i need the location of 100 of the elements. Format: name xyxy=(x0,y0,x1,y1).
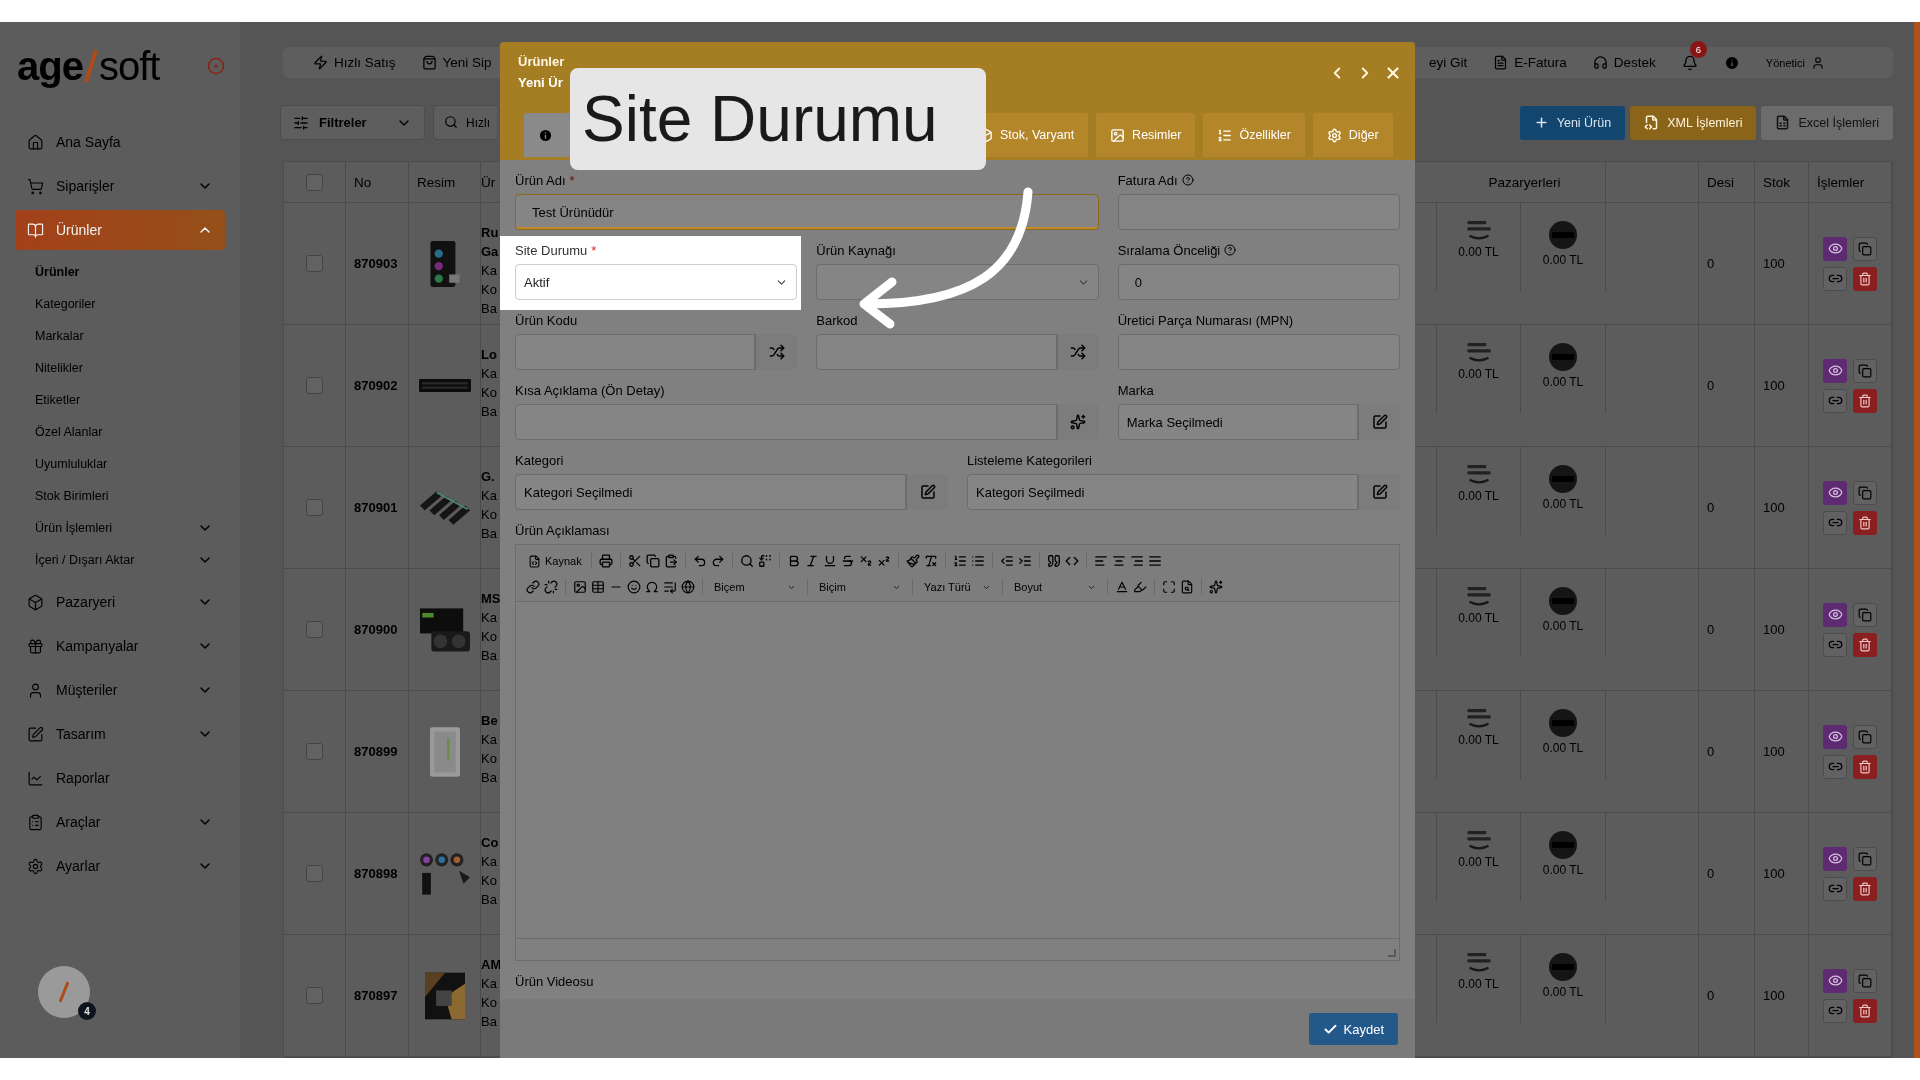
field-label: Kategori xyxy=(515,452,564,468)
column-header: Resim xyxy=(417,174,456,190)
top-link[interactable]: Destek xyxy=(1592,55,1656,70)
table-cell: 0 xyxy=(1707,378,1715,393)
source-button[interactable]: Kaynak xyxy=(526,554,584,568)
product-detail: Ba xyxy=(481,525,497,543)
product-detail: Ka xyxy=(481,975,498,993)
dialog-breadcrumb: Ürünler xyxy=(518,54,565,69)
format-dropdown[interactable]: Yazı Türü xyxy=(920,581,995,593)
price: 0.00 TL xyxy=(1458,855,1499,869)
notification-badge: 6 xyxy=(1689,40,1707,58)
tab[interactable]: Özellikler xyxy=(1203,113,1305,157)
field-label: Ürün Kaynağı xyxy=(816,242,896,258)
field-label: Ürün Videosu xyxy=(515,973,594,989)
nav-subitem[interactable]: Ürünler xyxy=(15,256,225,288)
nav-item[interactable]: Müşteriler xyxy=(15,670,225,710)
price: 0.00 TL xyxy=(1542,863,1584,877)
field-label: Listeleme Kategorileri xyxy=(967,452,1092,468)
format-dropdown[interactable]: Boyut xyxy=(1010,581,1100,593)
logo: age soft xyxy=(17,43,160,89)
user-menu[interactable]: Yönetici xyxy=(1765,55,1825,70)
table-cell: 100 xyxy=(1763,744,1785,759)
input-field[interactable]: 0 xyxy=(1117,264,1400,300)
format-dropdown[interactable]: Biçim xyxy=(815,581,905,593)
input-field[interactable]: Marka Seçilmedi xyxy=(1117,404,1358,440)
table-cell: 0 xyxy=(1707,500,1715,515)
price: 0.00 TL xyxy=(1542,375,1584,389)
field-label: Sıralama Önceliği xyxy=(1117,242,1237,258)
product-detail: Ka xyxy=(481,853,498,871)
nav-subitem[interactable]: Özel Alanlar xyxy=(15,416,225,448)
nav-subitem[interactable]: Uyumluluklar xyxy=(15,448,225,480)
nav-subitem[interactable]: Kategoriler xyxy=(15,288,225,320)
nav-subitem[interactable]: Ürün İşlemleri xyxy=(15,512,225,544)
product-detail: Ka xyxy=(481,262,498,280)
filter-button[interactable]: Filtreler xyxy=(280,105,425,140)
product-detail: Ba xyxy=(481,1013,498,1031)
action-button[interactable]: XML İşlemleri xyxy=(1630,105,1757,140)
price: 0.00 TL xyxy=(1458,977,1499,991)
product-detail: Ka xyxy=(481,365,497,383)
field-label: Ürün Adı * xyxy=(515,172,575,188)
table-cell: 100 xyxy=(1763,866,1785,881)
nav-item[interactable]: Kampanyalar xyxy=(15,626,225,666)
price: 0.00 TL xyxy=(1542,741,1584,755)
nav-subitem[interactable]: İçeri / Dışarı Aktar xyxy=(15,544,225,576)
product-detail: Ko xyxy=(481,750,498,768)
field-label: Üretici Parça Numarası (MPN) xyxy=(1117,312,1294,328)
table-cell: 0 xyxy=(1707,866,1715,881)
product-detail: Ko xyxy=(481,628,498,646)
column-header: Pazaryerleri xyxy=(1488,174,1561,190)
top-link[interactable]: Yeni Sip xyxy=(421,55,492,70)
input-field[interactable]: Kategori Seçilmedi xyxy=(967,474,1358,510)
field-label: Fatura Adı xyxy=(1117,172,1194,188)
price: 0.00 TL xyxy=(1458,367,1499,381)
product-name: Ga xyxy=(481,243,499,261)
action-button[interactable]: Excel İşlemleri xyxy=(1761,105,1893,140)
nav-subitem[interactable]: Etiketler xyxy=(15,384,225,416)
field-label: Ürün Kodu xyxy=(515,312,578,328)
price: 0.00 TL xyxy=(1542,497,1584,511)
format-dropdown[interactable]: Biçem xyxy=(710,581,800,593)
price: 0.00 TL xyxy=(1542,619,1584,633)
input-field[interactable]: Test Ürünüdür xyxy=(515,194,1099,230)
table-cell: 100 xyxy=(1763,622,1785,637)
tab[interactable]: Resimler xyxy=(1096,113,1196,157)
select-field[interactable]: Aktif xyxy=(515,264,798,300)
nav-item[interactable]: Ürünler xyxy=(15,210,225,250)
nav-subitem[interactable]: Nitelikler xyxy=(15,352,225,384)
field-label: Kısa Açıklama (Ön Detay) xyxy=(515,382,665,398)
action-button[interactable]: Yeni Ürün xyxy=(1519,105,1626,140)
rich-text-editor[interactable]: Kaynak Biçem Biçim Yazı Türü Boyut xyxy=(515,544,1400,961)
column-header: No xyxy=(354,174,372,190)
product-detail: Ko xyxy=(481,994,498,1012)
table-cell: 870900 xyxy=(354,622,398,637)
table-cell: 0 xyxy=(1707,256,1715,271)
price: 0.00 TL xyxy=(1458,611,1499,625)
nav-subitem[interactable]: Stok Birimleri xyxy=(15,480,225,512)
price: 0.00 TL xyxy=(1542,985,1584,999)
nav-item[interactable]: Siparişler xyxy=(15,166,225,206)
table-cell: 0 xyxy=(1707,744,1715,759)
product-name: AM xyxy=(481,956,502,974)
nav-subitem[interactable]: Markalar xyxy=(15,320,225,352)
product-detail: Ko xyxy=(481,281,498,299)
save-button[interactable]: Kaydet xyxy=(1308,1013,1398,1045)
top-link[interactable]: eyi Git xyxy=(1429,55,1468,70)
product-detail: Ka xyxy=(481,609,498,627)
callout-tooltip: Site Durumu xyxy=(570,68,986,170)
nav-item[interactable]: Ana Sayfa xyxy=(15,122,225,162)
product-name: Ru xyxy=(481,224,499,242)
nav-item[interactable]: Ayarlar xyxy=(15,846,225,886)
product-detail: Ko xyxy=(481,872,498,890)
nav-item[interactable]: Araçlar xyxy=(15,802,225,842)
nav-item[interactable]: Pazaryeri xyxy=(15,582,225,622)
table-cell: 870897 xyxy=(354,988,398,1003)
tab[interactable]: Diğer xyxy=(1312,113,1393,157)
product-detail: Ba xyxy=(481,403,497,421)
top-link[interactable]: Hızlı Satış xyxy=(313,55,396,70)
nav-item[interactable]: Tasarım xyxy=(15,714,225,754)
top-link[interactable]: E-Fatura xyxy=(1493,55,1567,70)
nav-item[interactable]: Raporlar xyxy=(15,758,225,798)
search-field[interactable]: Hızlı xyxy=(433,105,497,140)
input-field[interactable]: Kategori Seçilmedi xyxy=(515,474,906,510)
